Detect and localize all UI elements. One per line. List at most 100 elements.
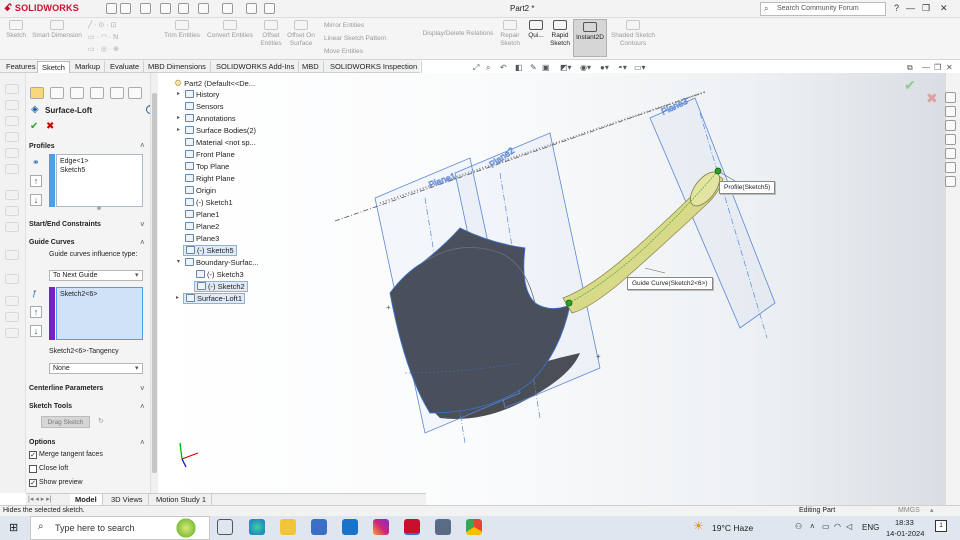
profiles-list[interactable]: Edge<1> Sketch5 bbox=[56, 154, 143, 207]
strip-icon-9[interactable] bbox=[5, 222, 19, 232]
view-settings-icon[interactable]: ▭▾ bbox=[634, 63, 646, 72]
solidworks-logo[interactable]: ꗃ SOLIDWORKS bbox=[4, 3, 79, 14]
status-units[interactable]: MMGS bbox=[898, 507, 920, 514]
tree-item-history[interactable]: ▸ History bbox=[177, 90, 219, 99]
tab-mbd-dimensions[interactable]: MBD Dimensions bbox=[144, 61, 211, 73]
remote-desktop-icon[interactable] bbox=[435, 519, 451, 535]
close-loft-checkbox[interactable] bbox=[29, 465, 37, 473]
save-icon[interactable] bbox=[160, 3, 171, 14]
scene-icon[interactable]: ◓▾ bbox=[618, 63, 627, 72]
viewport-minimize-icon[interactable]: — bbox=[922, 63, 930, 72]
drag-sketch-button[interactable]: Drag Sketch bbox=[41, 416, 90, 428]
tab-motion-study[interactable]: Motion Study 1 bbox=[151, 494, 213, 505]
tab-features[interactable]: Features bbox=[2, 61, 41, 73]
property-manager-tab-icon[interactable] bbox=[50, 87, 64, 99]
configuration-manager-tab-icon[interactable] bbox=[70, 87, 84, 99]
tree-item-sketch2[interactable]: (-) Sketch2 bbox=[194, 281, 248, 292]
offset-on-surface-button[interactable]: Offset On Surface bbox=[286, 20, 316, 48]
display-style-icon[interactable]: ◩▾ bbox=[560, 63, 572, 72]
profiles-resize-handle[interactable] bbox=[97, 206, 101, 210]
status-customize-icon[interactable]: ▴ bbox=[930, 506, 934, 514]
plane3-outline[interactable] bbox=[649, 97, 776, 329]
list-item[interactable]: Sketch2<6> bbox=[60, 290, 139, 299]
guide-curve-callout[interactable]: Guide Curve(Sketch2<6>) bbox=[627, 277, 713, 290]
scrollbar-thumb[interactable] bbox=[152, 93, 157, 473]
tree-item-plane3[interactable]: Plane3 bbox=[185, 234, 219, 243]
home-icon[interactable] bbox=[106, 3, 117, 14]
profiles-collapse-icon[interactable]: ˄ bbox=[140, 141, 145, 150]
strip-icon-7[interactable] bbox=[5, 190, 19, 200]
appearances-icon[interactable] bbox=[945, 148, 956, 159]
mail-icon[interactable] bbox=[342, 519, 358, 535]
tree-item-annotations[interactable]: ▸ Annotations bbox=[177, 114, 236, 123]
quick-snaps-button[interactable]: Qui... bbox=[526, 20, 546, 40]
tree-item-sensors[interactable]: Sensors bbox=[185, 102, 224, 111]
move-up-button[interactable]: ↑ bbox=[30, 175, 42, 187]
strip-icon-13[interactable] bbox=[5, 312, 19, 322]
instant2d-button[interactable]: Instant2D bbox=[573, 19, 607, 57]
tree-item-front-plane[interactable]: Front Plane bbox=[185, 150, 235, 159]
previous-view-icon[interactable]: ↶ bbox=[500, 63, 507, 72]
notifications-icon[interactable]: 1 bbox=[935, 520, 947, 532]
repair-sketch-button[interactable]: Repair Sketch bbox=[498, 20, 522, 48]
ok-button[interactable]: ✔ bbox=[30, 121, 38, 132]
instagram-icon[interactable] bbox=[373, 519, 389, 535]
solidworks-taskbar-icon[interactable] bbox=[404, 519, 420, 535]
zoom-to-fit-icon[interactable]: ⤢ bbox=[473, 63, 479, 73]
tree-item-surface-loft1[interactable]: ▸ Surface-Loft1 bbox=[176, 293, 246, 304]
tab-scroll-arrows[interactable]: |◂ ◂ ▸ ▸| bbox=[28, 495, 52, 503]
list-item[interactable]: Sketch5 bbox=[60, 166, 139, 175]
tab-evaluate[interactable]: Evaluate bbox=[106, 61, 145, 73]
language-indicator[interactable]: ENG bbox=[862, 523, 879, 532]
tree-item-material[interactable]: Material <not sp... bbox=[185, 138, 256, 147]
tab-sketch[interactable]: Sketch bbox=[37, 61, 70, 73]
tree-item-plane2[interactable]: Plane2 bbox=[185, 222, 219, 231]
merge-tangent-checkbox[interactable]: ✓ bbox=[29, 451, 37, 459]
cancel-button[interactable]: ✖ bbox=[46, 121, 54, 132]
undo-icon[interactable] bbox=[198, 3, 209, 14]
dimxpert-tab-icon[interactable] bbox=[90, 87, 104, 99]
tab-mbd[interactable]: MBD bbox=[298, 61, 324, 73]
strip-icon-4[interactable] bbox=[5, 132, 19, 142]
strip-icon-12[interactable] bbox=[5, 296, 19, 306]
restore-button[interactable]: ❐ bbox=[922, 3, 930, 14]
tree-item-surface-bodies[interactable]: ▸ Surface Bodies(2) bbox=[177, 126, 256, 135]
print-icon[interactable] bbox=[178, 3, 189, 14]
show-preview-checkbox[interactable]: ✓ bbox=[29, 479, 37, 487]
panel-scrollbar[interactable] bbox=[150, 73, 158, 493]
chrome-icon[interactable] bbox=[466, 519, 482, 535]
section-view-icon[interactable]: ◧ bbox=[515, 63, 523, 72]
tree-root[interactable]: ⚙ Part2 (Default<<De... bbox=[174, 78, 255, 89]
new-document-icon[interactable] bbox=[120, 3, 131, 14]
help-button[interactable]: ? bbox=[894, 3, 899, 13]
view-orientation-icon[interactable]: ▣ bbox=[542, 63, 550, 72]
profile-callout[interactable]: Profile(Sketch5) bbox=[719, 181, 776, 194]
select-icon[interactable] bbox=[222, 3, 233, 14]
convert-entities-button[interactable]: Convert Entities bbox=[204, 20, 256, 40]
guide-curves-section-title[interactable]: Guide Curves bbox=[29, 239, 75, 246]
viewport-close-icon[interactable]: ✕ bbox=[946, 63, 953, 72]
move-entities-button[interactable]: Move Entities bbox=[324, 48, 363, 55]
search-highlight-icon[interactable] bbox=[168, 517, 198, 539]
viewport-restore-icon[interactable]: ⧉ bbox=[907, 63, 913, 73]
guide-move-up-button[interactable]: ↑ bbox=[30, 306, 42, 318]
tab-addins[interactable]: SOLIDWORKS Add-Ins bbox=[212, 61, 300, 73]
search-input[interactable]: Search Community Forum bbox=[760, 2, 886, 16]
start-end-expand-icon[interactable]: ˅ bbox=[140, 220, 145, 229]
list-item[interactable]: Edge<1> bbox=[60, 157, 139, 166]
move-down-button[interactable]: ↓ bbox=[30, 194, 42, 206]
custom-properties-icon[interactable] bbox=[945, 162, 956, 173]
model-viewport-svg[interactable]: Plane1 Plane2 Plane3 + + bbox=[160, 73, 945, 505]
strip-icon-8[interactable] bbox=[5, 206, 19, 216]
linear-pattern-button[interactable]: Linear Sketch Pattern bbox=[324, 35, 387, 42]
offset-entities-button[interactable]: Offset Entities bbox=[258, 20, 284, 48]
smart-dimension-button[interactable]: Smart Dimension bbox=[30, 20, 84, 40]
file-explorer-icon[interactable] bbox=[945, 120, 956, 131]
dynamic-annotation-icon[interactable]: ✎ bbox=[530, 63, 537, 72]
sketch-tools-collapse-icon[interactable]: ˄ bbox=[140, 402, 145, 411]
weather-text[interactable]: 19°C Haze bbox=[712, 523, 753, 533]
volume-icon[interactable]: ◁ bbox=[846, 522, 852, 531]
strip-icon-10[interactable] bbox=[5, 250, 19, 260]
cam-tab-icon[interactable] bbox=[128, 87, 142, 99]
store-icon[interactable] bbox=[311, 519, 327, 535]
